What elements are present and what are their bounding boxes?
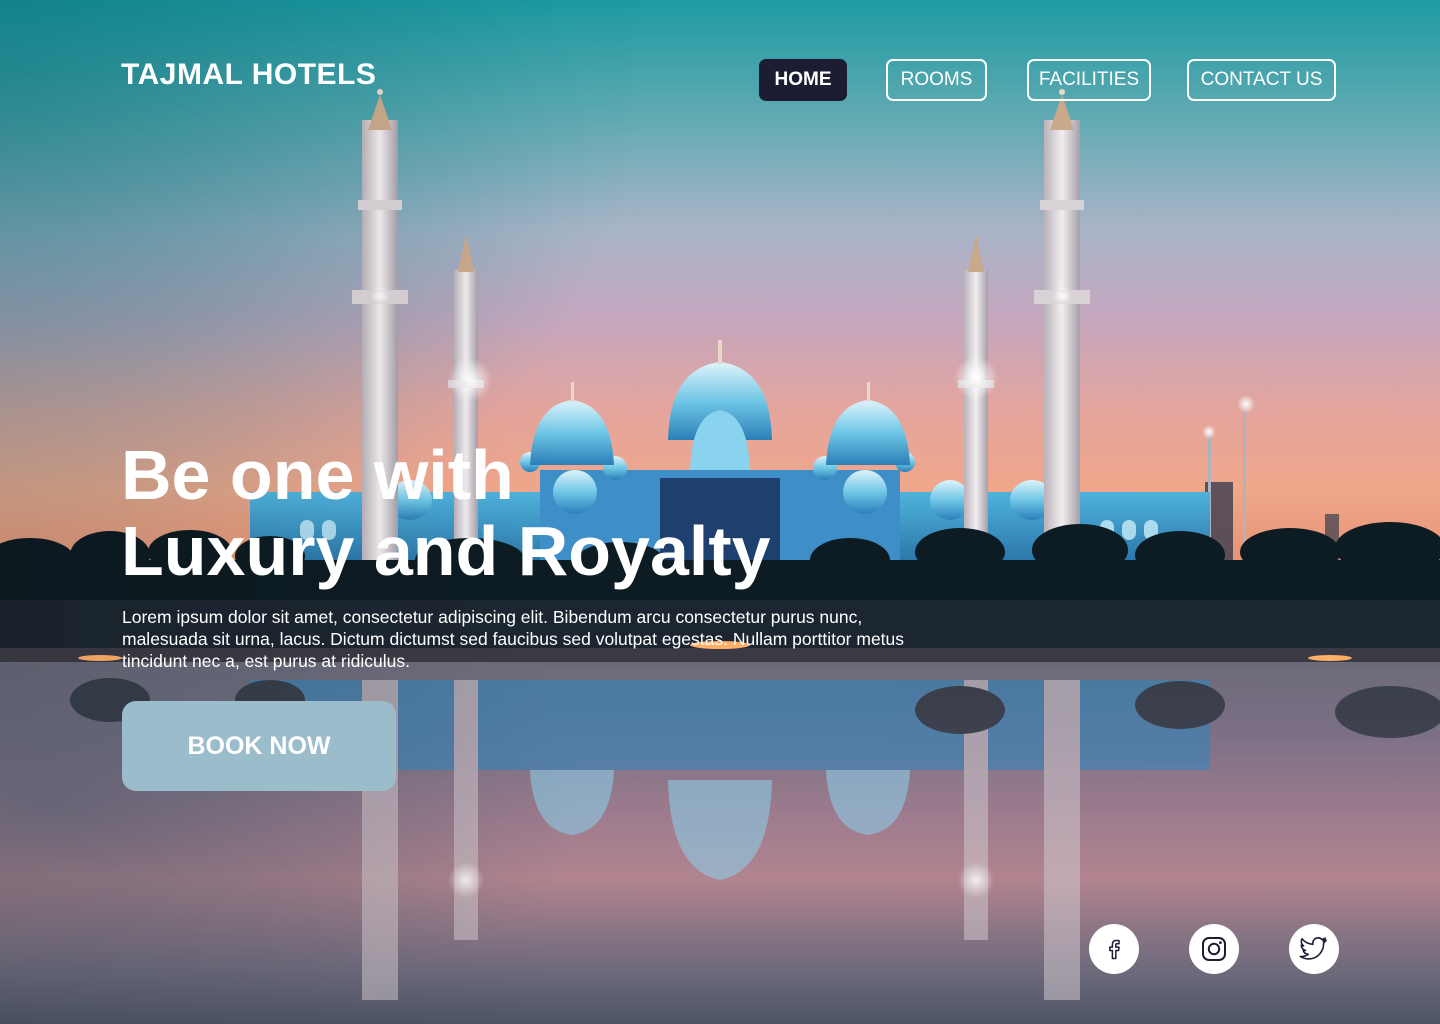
main-navigation: HOME ROOMS FACILITIES CONTACT US [0, 59, 1440, 101]
hero-title-line-1: Be one with [121, 436, 514, 514]
hero-title: Be one with Luxury and Royalty [121, 437, 771, 589]
nav-facilities-link[interactable]: FACILITIES [1027, 59, 1151, 101]
book-now-button[interactable]: BOOK NOW [122, 701, 396, 791]
hero-description: Lorem ipsum dolor sit amet, consectetur … [122, 607, 905, 671]
nav-home-link[interactable]: HOME [759, 59, 847, 101]
facebook-icon [1109, 939, 1120, 960]
nav-contact-link[interactable]: CONTACT US [1187, 59, 1336, 101]
instagram-link[interactable] [1189, 924, 1239, 974]
instagram-icon [1202, 937, 1226, 961]
nav-rooms-link[interactable]: ROOMS [886, 59, 987, 101]
facebook-link[interactable] [1089, 924, 1139, 974]
twitter-icon [1299, 937, 1327, 960]
hero-title-line-2: Luxury and Royalty [121, 512, 771, 590]
twitter-link[interactable] [1289, 924, 1339, 974]
